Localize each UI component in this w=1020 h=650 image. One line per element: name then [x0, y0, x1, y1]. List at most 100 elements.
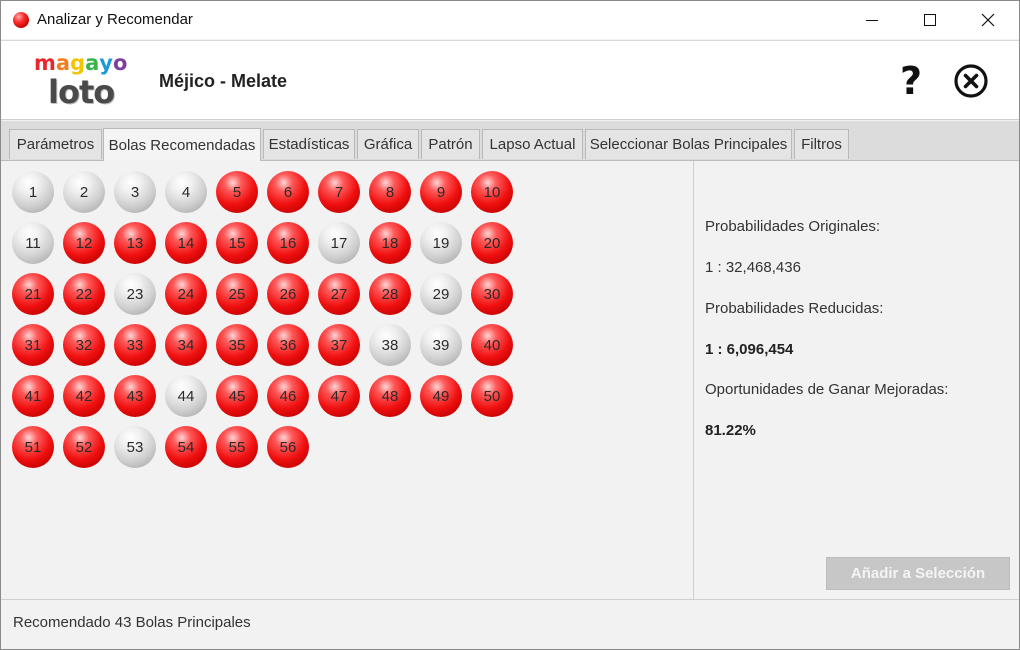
logo-letter: a [55, 51, 71, 75]
lottery-name: Méjico - Melate [159, 71, 288, 91]
ball-42[interactable]: 42 [63, 375, 105, 417]
ball-20[interactable]: 20 [471, 222, 513, 264]
ball-34[interactable]: 34 [165, 324, 207, 366]
improved-chance-label: Oportunidades de Ganar Mejoradas: [705, 381, 949, 398]
add-to-selection-button[interactable]: Añadir a Selección [826, 557, 1010, 590]
ball-55[interactable]: 55 [216, 426, 258, 468]
ball-18[interactable]: 18 [369, 222, 411, 264]
ball-37[interactable]: 37 [318, 324, 360, 366]
tab-seleccionar-bolas-principales[interactable]: Seleccionar Bolas Principales [585, 129, 792, 159]
ball-7[interactable]: 7 [318, 171, 360, 213]
reduced-odds-value: 1 : 6,096,454 [705, 341, 794, 358]
ball-24[interactable]: 24 [165, 273, 207, 315]
tab-filtros[interactable]: Filtros [794, 129, 849, 159]
ball-12[interactable]: 12 [63, 222, 105, 264]
ball-26[interactable]: 26 [267, 273, 309, 315]
logo-letter: y [99, 51, 113, 75]
tab-bolas-recomendadas[interactable]: Bolas Recomendadas [103, 128, 261, 161]
help-icon[interactable]: ? [891, 59, 931, 103]
ball-53[interactable]: 53 [114, 426, 156, 468]
tab-bar: Parámetros Bolas Recomendadas Estadístic… [1, 121, 1019, 161]
ball-21[interactable]: 21 [12, 273, 54, 315]
ball-2[interactable]: 2 [63, 171, 105, 213]
ball-47[interactable]: 47 [318, 375, 360, 417]
ball-25[interactable]: 25 [216, 273, 258, 315]
ball-19[interactable]: 19 [420, 222, 462, 264]
ball-22[interactable]: 22 [63, 273, 105, 315]
header: magayo loto Méjico - Melate ? [1, 40, 1019, 120]
ball-40[interactable]: 40 [471, 324, 513, 366]
ball-3[interactable]: 3 [114, 171, 156, 213]
ball-38[interactable]: 38 [369, 324, 411, 366]
ball-39[interactable]: 39 [420, 324, 462, 366]
ball-35[interactable]: 35 [216, 324, 258, 366]
ball-17[interactable]: 17 [318, 222, 360, 264]
app-ball-icon [13, 12, 29, 28]
ball-23[interactable]: 23 [114, 273, 156, 315]
minimize-icon [866, 19, 878, 21]
logo-text-bottom: loto [48, 73, 115, 111]
ball-32[interactable]: 32 [63, 324, 105, 366]
ball-28[interactable]: 28 [369, 273, 411, 315]
ball-46[interactable]: 46 [267, 375, 309, 417]
minimize-button[interactable] [843, 1, 901, 39]
tab-grafica[interactable]: Gráfica [357, 129, 419, 159]
magayo-lotto-logo: magayo loto [34, 49, 134, 113]
ball-51[interactable]: 51 [12, 426, 54, 468]
reduced-odds-label: Probabilidades Reducidas: [705, 300, 884, 317]
ball-6[interactable]: 6 [267, 171, 309, 213]
ball-31[interactable]: 31 [12, 324, 54, 366]
ball-50[interactable]: 50 [471, 375, 513, 417]
logo-text-top: magayo [34, 51, 127, 75]
logo-letter: o [112, 51, 128, 75]
ball-16[interactable]: 16 [267, 222, 309, 264]
ball-56[interactable]: 56 [267, 426, 309, 468]
ball-43[interactable]: 43 [114, 375, 156, 417]
ball-9[interactable]: 9 [420, 171, 462, 213]
ball-11[interactable]: 11 [12, 222, 54, 264]
tab-parametros[interactable]: Parámetros [9, 129, 102, 159]
ball-52[interactable]: 52 [63, 426, 105, 468]
ball-36[interactable]: 36 [267, 324, 309, 366]
status-text: Recomendado 43 Bolas Principales [13, 614, 251, 631]
ball-29[interactable]: 29 [420, 273, 462, 315]
improved-chance-value: 81.22% [705, 422, 756, 439]
ball-30[interactable]: 30 [471, 273, 513, 315]
ball-15[interactable]: 15 [216, 222, 258, 264]
ball-44[interactable]: 44 [165, 375, 207, 417]
close-window-button[interactable] [959, 1, 1017, 39]
ball-48[interactable]: 48 [369, 375, 411, 417]
ball-10[interactable]: 10 [471, 171, 513, 213]
content-area: 1 2 3 4 5 6 7 8 9 10 11 12 13 14 15 16 17 18 19 20 21 22 23 24 2… [1, 161, 1019, 599]
ball-27[interactable]: 27 [318, 273, 360, 315]
ball-41[interactable]: 41 [12, 375, 54, 417]
ball-1[interactable]: 1 [12, 171, 54, 213]
maximize-icon [924, 14, 936, 26]
probability-panel: Probabilidades Originales: 1 : 32,468,43… [695, 161, 1019, 599]
tab-lapso-actual[interactable]: Lapso Actual [482, 129, 583, 159]
title-bar: Analizar y Recomendar [1, 1, 1019, 39]
ball-8[interactable]: 8 [369, 171, 411, 213]
tab-estadisticas[interactable]: Estadísticas [263, 129, 355, 159]
ball-5[interactable]: 5 [216, 171, 258, 213]
logo-letter: m [34, 51, 56, 75]
app-window: Analizar y Recomendar magayo loto Méjico… [0, 0, 1020, 650]
original-odds-value: 1 : 32,468,436 [705, 259, 801, 276]
recommended-balls-grid: 1 2 3 4 5 6 7 8 9 10 11 12 13 14 15 16 17 18 19 20 21 22 23 24 2… [1, 161, 694, 599]
logo-letter: g [70, 51, 86, 75]
status-bar: Recomendado 43 Bolas Principales [1, 599, 1019, 649]
ball-49[interactable]: 49 [420, 375, 462, 417]
ball-54[interactable]: 54 [165, 426, 207, 468]
logo-letter: a [85, 51, 100, 75]
close-icon [981, 13, 995, 27]
ball-13[interactable]: 13 [114, 222, 156, 264]
maximize-button[interactable] [901, 1, 959, 39]
window-title: Analizar y Recomendar [37, 11, 193, 28]
original-odds-label: Probabilidades Originales: [705, 218, 881, 235]
tab-patron[interactable]: Patrón [421, 129, 480, 159]
close-circle-icon[interactable] [953, 63, 989, 99]
ball-4[interactable]: 4 [165, 171, 207, 213]
ball-45[interactable]: 45 [216, 375, 258, 417]
ball-33[interactable]: 33 [114, 324, 156, 366]
ball-14[interactable]: 14 [165, 222, 207, 264]
